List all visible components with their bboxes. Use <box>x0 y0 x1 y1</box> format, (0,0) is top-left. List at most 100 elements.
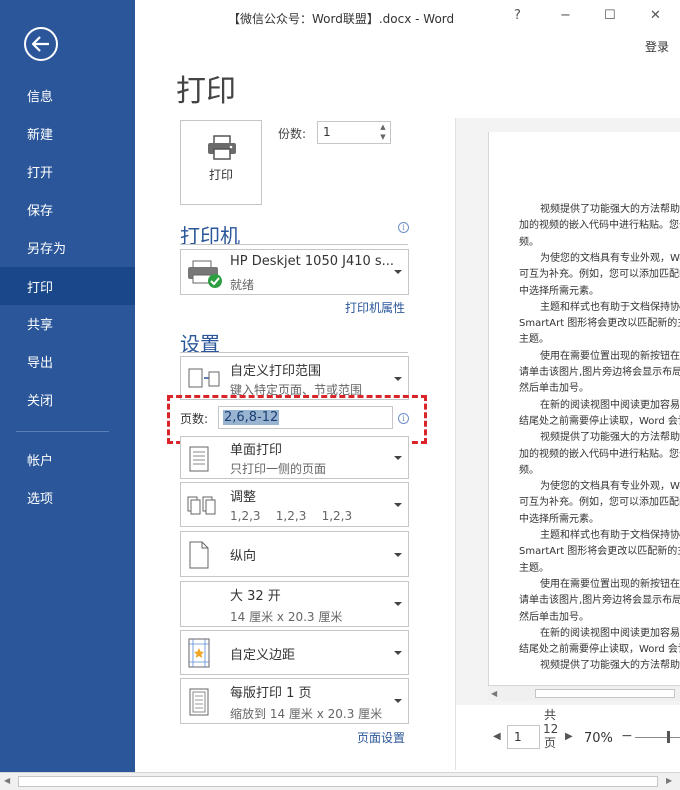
scroll-thumb[interactable] <box>535 689 675 698</box>
pages-per-sheet-main: 每版打印 1 页 <box>230 686 312 701</box>
preview-text-line: 结尾处之前需要停止读取，Word 会记 <box>519 415 680 427</box>
paper-size-sub: 14 厘米 x 20.3 厘米 <box>230 610 343 624</box>
margins-icon <box>188 638 210 668</box>
preview-text-line: 中选择所需元素。 <box>519 513 599 525</box>
zoom-out-button[interactable]: − <box>621 728 633 744</box>
zoom-slider-thumb[interactable] <box>667 731 670 743</box>
paper-size-dropdown[interactable]: 大 32 开 14 厘米 x 20.3 厘米 <box>180 581 409 627</box>
printer-ready-icon <box>188 260 222 288</box>
preview-text-line: 在新的阅读视图中阅读更加容易。 <box>540 627 680 639</box>
collate-sub: 1,2,3 1,2,3 1,2,3 <box>230 509 353 523</box>
page-setup-link[interactable]: 页面设置 <box>357 729 405 746</box>
spin-up-icon[interactable]: ▲ <box>378 123 388 132</box>
paper-size-main: 大 32 开 <box>230 589 281 604</box>
print-preview-page: 视频提供了功能强大的方法帮助您 加的视频的嵌入代码中进行粘贴。您也 频。 为使您的文档… <box>488 132 680 685</box>
copies-value: 1 <box>323 125 331 139</box>
zoom-level[interactable]: 70% <box>584 731 613 746</box>
scroll-right-icon[interactable]: ▶ <box>666 776 672 785</box>
chevron-down-icon <box>394 456 402 460</box>
preview-text-line: 可互为补充。例如，您可以添加匹配的 <box>519 497 680 509</box>
preview-text-line: 主题和样式也有助于文档保持协调 <box>540 530 680 541</box>
page-icon <box>189 688 209 716</box>
zoom-slider-track[interactable] <box>635 737 680 738</box>
preview-text-line: 然后单击加号。 <box>519 383 589 395</box>
page-number-input[interactable]: 1 <box>507 725 540 749</box>
window-title: 【微信公众号：Word联盟】.docx - Word <box>228 12 455 26</box>
scroll-left-icon[interactable]: ◀ <box>491 689 497 698</box>
preview-text-line: 频。 <box>519 236 539 248</box>
preview-text-line: 加的视频的嵌入代码中进行粘贴。您也 <box>519 448 680 460</box>
preview-text-line: 使用在需要位置出现的新按钮在 <box>540 578 680 590</box>
pages-per-sheet-sub: 缩放到 14 厘米 x 20.3 厘米 <box>230 707 383 721</box>
info-icon[interactable]: i <box>398 222 409 233</box>
sidebar-item-close[interactable]: 关闭 <box>0 382 135 416</box>
chevron-down-icon <box>394 377 402 381</box>
chevron-down-icon <box>394 699 402 703</box>
chevron-down-icon <box>394 553 402 557</box>
chevron-down-icon <box>394 602 402 606</box>
backstage-sidebar: 信息 新建 打开 保存 另存为 打印 共享 导出 关闭 帐户 选项 <box>0 0 135 772</box>
copies-label: 份数: <box>278 127 307 141</box>
printer-properties-link[interactable]: 打印机属性 <box>345 299 405 316</box>
printer-status: 就绪 <box>230 278 255 292</box>
sidebar-item-open[interactable]: 打开 <box>0 154 135 188</box>
spin-down-icon[interactable]: ▼ <box>378 133 388 142</box>
sidebar-item-print[interactable]: 打印 <box>0 267 135 305</box>
preview-text-line: 然后单击加号。 <box>519 611 589 623</box>
sidebar-item-export[interactable]: 导出 <box>0 344 135 378</box>
sign-in-link[interactable]: 登录 <box>645 38 669 55</box>
preview-text-line: 主题。 <box>519 562 549 574</box>
sidebar-item-save[interactable]: 保存 <box>0 192 135 226</box>
sidebar-item-options[interactable]: 选项 <box>0 480 135 514</box>
collate-icon <box>187 496 216 515</box>
orientation-main: 纵向 <box>230 549 257 564</box>
sidebar-item-account[interactable]: 帐户 <box>0 442 135 476</box>
sides-sub: 只打印一侧的页面 <box>230 462 327 476</box>
preview-horizontal-scrollbar[interactable]: ◀ <box>488 685 680 701</box>
next-page-icon[interactable]: ▶ <box>565 731 573 742</box>
total-prefix: 共 <box>543 708 556 722</box>
pages-per-sheet-dropdown[interactable]: 每版打印 1 页 缩放到 14 厘米 x 20.3 厘米 <box>180 678 409 724</box>
sidebar-item-share[interactable]: 共享 <box>0 306 135 340</box>
window-horizontal-scrollbar[interactable]: ◀ ▶ <box>0 772 680 790</box>
copies-spinner[interactable]: 1 ▲ ▼ <box>317 121 391 144</box>
total-suffix: 页 <box>543 736 556 750</box>
page-title: 打印 <box>176 74 236 109</box>
preview-text-line: SmartArt 图形将会更改以匹配新的主 <box>519 546 680 558</box>
preview-text-line: 使用在需要位置出现的新按钮在 <box>540 350 680 362</box>
custom-range-icon <box>188 368 220 388</box>
sides-dropdown[interactable]: 单面打印 只打印一侧的页面 <box>180 436 409 479</box>
printer-section-divider <box>180 244 408 245</box>
collate-dropdown[interactable]: 调整 1,2,3 1,2,3 1,2,3 <box>180 482 409 527</box>
printer-icon <box>208 135 236 160</box>
sidebar-item-save-as[interactable]: 另存为 <box>0 230 135 264</box>
minimize-button[interactable]: − <box>560 8 571 23</box>
printer-name: HP Deskjet 1050 J410 s... <box>230 254 395 269</box>
orientation-dropdown[interactable]: 纵向 <box>180 531 409 577</box>
preview-text-line: 中选择所需元素。 <box>519 285 599 297</box>
close-button[interactable]: ✕ <box>650 8 661 23</box>
margins-dropdown[interactable]: 自定义边距 <box>180 630 409 675</box>
back-button[interactable] <box>24 27 58 61</box>
total-count: 12 <box>543 722 559 736</box>
print-button[interactable]: 打印 <box>180 120 262 205</box>
print-range-dropdown[interactable]: 自定义打印范围 键入特定页面、节或范围 <box>180 356 409 400</box>
sidebar-item-info[interactable]: 信息 <box>0 78 135 112</box>
printer-dropdown[interactable]: HP Deskjet 1050 J410 s... 就绪 <box>180 249 409 295</box>
preview-text-line: 在新的阅读视图中阅读更加容易。 <box>540 399 680 411</box>
maximize-button[interactable]: ☐ <box>604 8 616 23</box>
preview-text-line: 主题和样式也有助于文档保持协调 <box>540 301 680 313</box>
sidebar-divider <box>16 431 109 432</box>
preview-text-line: SmartArt 图形将会更改以匹配新的主 <box>519 318 680 330</box>
scroll-left-icon[interactable]: ◀ <box>4 776 10 785</box>
preview-text-line: 结尾处之前需要停止读取，Word 会记 <box>519 644 680 656</box>
preview-text-line: 视频提供了功能强大的方法帮助您 <box>540 660 680 672</box>
scroll-thumb[interactable] <box>18 776 658 787</box>
preview-text-line: 视频提供了功能强大的方法帮助您 <box>540 204 680 215</box>
previous-page-icon[interactable]: ◀ <box>493 731 501 742</box>
print-button-label: 打印 <box>208 168 233 182</box>
one-sided-icon <box>189 446 209 472</box>
help-button[interactable]: ? <box>514 8 521 23</box>
margins-main: 自定义边距 <box>230 648 296 663</box>
sidebar-item-new[interactable]: 新建 <box>0 116 135 150</box>
